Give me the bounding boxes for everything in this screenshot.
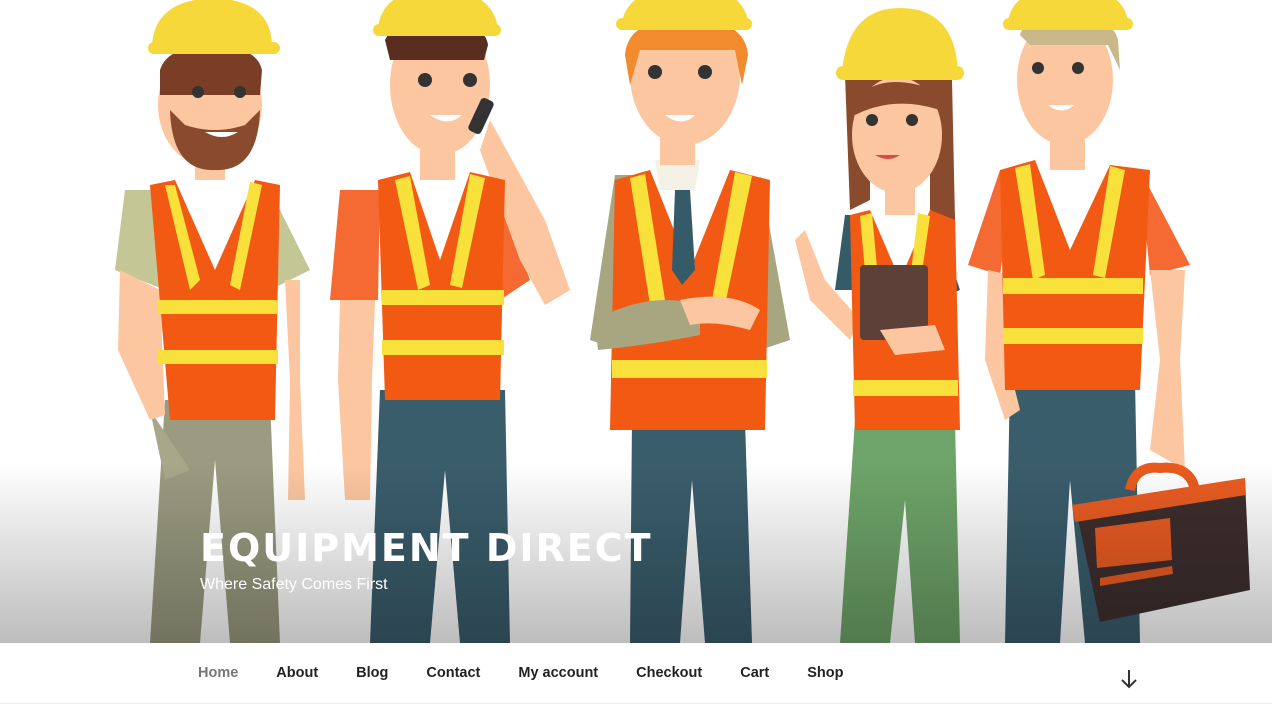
nav-item-blog[interactable]: Blog <box>337 663 407 683</box>
nav-item-checkout[interactable]: Checkout <box>617 663 721 683</box>
site-title-link[interactable]: Equipment Direct <box>200 526 653 570</box>
nav-item-cart[interactable]: Cart <box>721 663 788 683</box>
site-description: Where Safety Comes First <box>200 576 388 593</box>
nav-item-shop[interactable]: Shop <box>788 663 862 683</box>
nav-item-contact[interactable]: Contact <box>407 663 499 683</box>
nav-menu: Home About Blog Contact My account Check… <box>179 643 862 703</box>
nav-item-home[interactable]: Home <box>179 663 257 683</box>
arrow-down-icon <box>1121 670 1137 689</box>
scroll-down-button[interactable] <box>1118 667 1140 691</box>
site-branding: Equipment Direct Where Safety Comes Firs… <box>200 526 653 596</box>
nav-item-about[interactable]: About <box>257 663 337 683</box>
worker-toolbox <box>968 0 1250 643</box>
nav-item-my-account[interactable]: My account <box>499 663 617 683</box>
worker-clipboard <box>795 8 964 643</box>
header-hero: Equipment Direct Where Safety Comes Firs… <box>0 0 1272 643</box>
main-navigation: Home About Blog Contact My account Check… <box>0 643 1272 704</box>
